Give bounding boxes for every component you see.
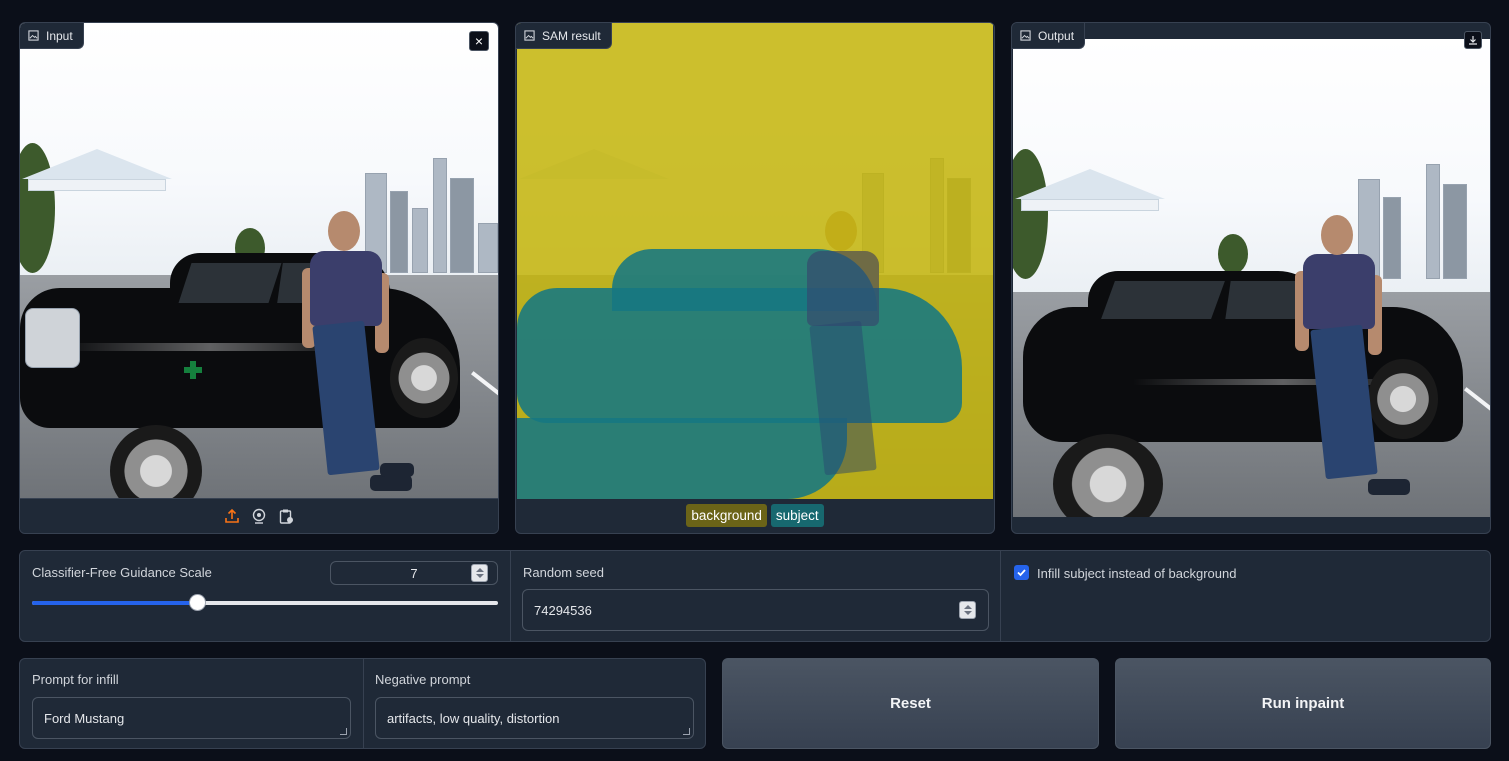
settings-panel: Classifier-Free Guidance Scale 7 Random …: [19, 550, 1491, 642]
download-button[interactable]: [1464, 31, 1482, 49]
cfg-value: 7: [410, 565, 418, 581]
negative-prompt-textbox[interactable]: artifacts, low quality, distortion: [375, 697, 694, 739]
image-icon: [28, 30, 39, 41]
legend-background: background: [686, 504, 767, 527]
upload-icon: [225, 508, 239, 523]
clear-image-button[interactable]: ×: [469, 31, 489, 51]
resize-handle[interactable]: [340, 728, 347, 735]
close-icon: ×: [474, 33, 484, 49]
sam-result-image: [517, 23, 993, 499]
cfg-stepper[interactable]: [471, 564, 488, 582]
seed-input[interactable]: 74294536: [522, 589, 989, 631]
negative-prompt-label: Negative prompt: [375, 672, 471, 687]
cfg-label: Classifier-Free Guidance Scale: [32, 565, 212, 580]
output-label: Output: [1012, 23, 1086, 49]
add-point-icon: [184, 361, 202, 379]
prompt-panel: Prompt for infill Ford Mustang Negative …: [19, 658, 706, 749]
output-image-panel: Output: [1011, 22, 1491, 534]
input-toolbar: [20, 498, 498, 533]
infill-subject-label: Infill subject instead of background: [1037, 566, 1237, 581]
seed-label: Random seed: [523, 565, 604, 580]
negative-prompt-value: artifacts, low quality, distortion: [387, 710, 560, 726]
input-image-panel: Input ×: [19, 22, 499, 534]
prompt-textbox[interactable]: Ford Mustang: [32, 697, 351, 739]
sam-label: SAM result: [516, 23, 612, 49]
sam-label-text: SAM result: [542, 28, 601, 43]
seed-stepper[interactable]: [959, 601, 976, 619]
paste-clipboard-button[interactable]: [277, 507, 295, 525]
sam-legend: background subject: [516, 498, 994, 533]
seed-value: 74294536: [534, 602, 592, 618]
prompt-label: Prompt for infill: [32, 672, 119, 687]
input-label-text: Input: [46, 28, 73, 43]
webcam-icon: [252, 508, 266, 524]
clipboard-icon: [279, 509, 293, 524]
upload-button[interactable]: [223, 507, 241, 525]
input-label: Input: [20, 23, 84, 49]
image-icon: [524, 30, 535, 41]
checkmark-icon: [1017, 569, 1026, 577]
webcam-button[interactable]: [250, 507, 268, 525]
download-icon: [1469, 36, 1477, 45]
reset-button[interactable]: Reset: [722, 658, 1099, 749]
run-inpaint-button[interactable]: Run inpaint: [1115, 658, 1491, 749]
cfg-slider-fill: [32, 601, 198, 605]
prompt-value: Ford Mustang: [44, 710, 125, 726]
image-icon: [1020, 30, 1031, 41]
infill-subject-checkbox[interactable]: [1014, 565, 1029, 580]
output-label-text: Output: [1038, 28, 1075, 43]
resize-handle[interactable]: [683, 728, 690, 735]
input-image[interactable]: [20, 23, 498, 498]
legend-subject: subject: [770, 504, 824, 527]
cfg-slider-thumb[interactable]: [189, 594, 207, 611]
output-image: [1013, 39, 1490, 517]
sam-result-panel: SAM result background subject: [515, 22, 995, 534]
